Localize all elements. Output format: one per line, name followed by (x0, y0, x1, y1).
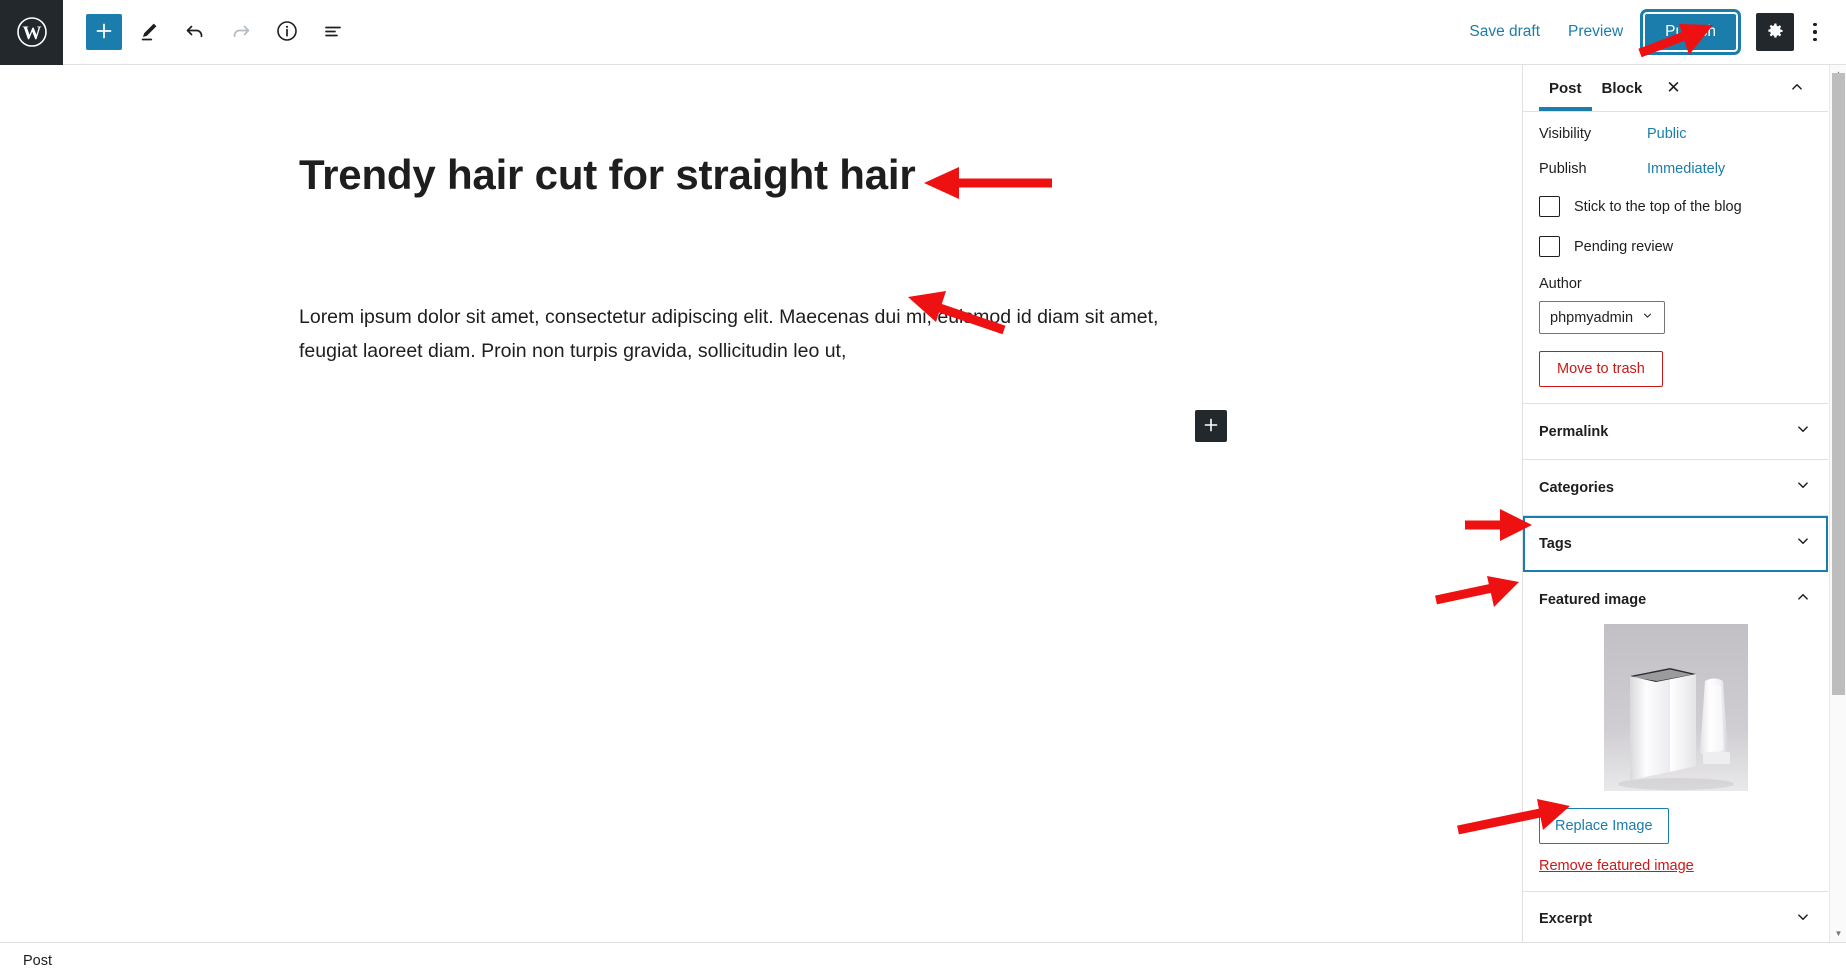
move-to-trash-button[interactable]: Move to trash (1539, 351, 1663, 387)
author-label: Author (1539, 276, 1582, 292)
panel-excerpt-label: Excerpt (1539, 911, 1593, 927)
sidebar-tabs: Post Block ✕ (1523, 65, 1828, 112)
visibility-label: Visibility (1539, 126, 1592, 142)
block-inserter-button[interactable] (1195, 410, 1227, 442)
collapse-sidebar-button[interactable] (1782, 72, 1812, 105)
sticky-row: Stick to the top of the blog (1539, 196, 1812, 217)
close-sidebar-button[interactable]: ✕ (1658, 72, 1688, 104)
tab-block[interactable]: Block (1592, 66, 1653, 110)
chevron-up-icon (1794, 588, 1812, 611)
pending-review-label: Pending review (1574, 238, 1674, 255)
status-bar: Post (0, 942, 1846, 978)
info-circle-icon (275, 19, 299, 46)
toolbar-left-group (63, 13, 352, 51)
settings-sidebar: Post Block ✕ Visibility Public Publish I… (1522, 65, 1846, 942)
panel-featured-image-label: Featured image (1539, 591, 1647, 608)
redo-button[interactable] (222, 13, 260, 51)
editor-canvas[interactable]: Trendy hair cut for straight hair Lorem … (0, 65, 1522, 942)
panel-tags-label: Tags (1539, 535, 1572, 552)
visibility-row: Visibility Public (1539, 126, 1812, 142)
chevron-down-icon (1794, 476, 1812, 499)
sticky-label: Stick to the top of the blog (1574, 198, 1742, 215)
tab-post[interactable]: Post (1539, 66, 1592, 111)
panel-permalink[interactable]: Permalink (1523, 404, 1828, 460)
add-block-button[interactable] (86, 14, 122, 50)
panel-permalink-label: Permalink (1539, 423, 1609, 440)
more-options-button[interactable] (1798, 13, 1832, 51)
panel-categories[interactable]: Categories (1523, 460, 1828, 516)
list-view-icon (321, 19, 345, 46)
sidebar-content: Post Block ✕ Visibility Public Publish I… (1523, 65, 1828, 942)
chevron-down-icon (1794, 908, 1812, 930)
plus-icon (1203, 415, 1219, 437)
toolbar-right-group: Save draft Preview Publish (1455, 9, 1846, 55)
publish-label: Publish (1539, 161, 1587, 177)
editor-toolbar: W Save draft Preview Publish (0, 0, 1846, 65)
author-value: phpmyadmin (1550, 309, 1634, 326)
chevron-up-icon (1788, 78, 1806, 99)
save-draft-button[interactable]: Save draft (1455, 15, 1554, 49)
panel-featured-image[interactable]: Featured image (1523, 572, 1828, 615)
svg-text:W: W (22, 23, 41, 44)
scrollbar-thumb[interactable] (1832, 73, 1845, 695)
redo-arrow-icon (229, 19, 253, 46)
settings-button[interactable] (1756, 13, 1794, 51)
details-button[interactable] (268, 13, 306, 51)
product-packaging-photo-icon (1603, 624, 1748, 791)
plus-icon (94, 21, 114, 44)
wordpress-block-editor: W Save draft Preview Publish Trendy hair… (0, 0, 1846, 978)
publish-date-button[interactable]: Immediately (1647, 161, 1725, 177)
publish-button[interactable]: Publish (1640, 9, 1741, 55)
sticky-checkbox[interactable] (1539, 196, 1560, 217)
sidebar-scrollbar[interactable]: ▲ ▼ (1829, 65, 1846, 942)
chevron-down-icon (1794, 532, 1812, 555)
edit-mode-button[interactable] (130, 13, 168, 51)
visibility-value-button[interactable]: Public (1647, 126, 1687, 142)
undo-button[interactable] (176, 13, 214, 51)
publish-date-row: Publish Immediately (1539, 161, 1812, 177)
panel-excerpt[interactable]: Excerpt (1523, 892, 1828, 942)
preview-button[interactable]: Preview (1554, 15, 1637, 49)
panel-tags[interactable]: Tags (1523, 516, 1828, 572)
chevron-down-icon (1794, 420, 1812, 443)
pending-review-row: Pending review (1539, 236, 1812, 257)
scroll-down-arrow-icon[interactable]: ▼ (1830, 925, 1846, 942)
featured-image-body: Replace Image Remove featured image (1523, 615, 1828, 891)
breadcrumb[interactable]: Post (23, 953, 52, 969)
featured-image-thumbnail[interactable] (1603, 624, 1748, 791)
remove-featured-image-link[interactable]: Remove featured image (1539, 858, 1694, 874)
wordpress-logo-icon[interactable]: W (0, 0, 63, 65)
post-title[interactable]: Trendy hair cut for straight hair (299, 150, 1199, 200)
pending-review-checkbox[interactable] (1539, 236, 1560, 257)
pencil-icon (138, 20, 160, 45)
post-paragraph[interactable]: Lorem ipsum dolor sit amet, consectetur … (299, 300, 1219, 368)
replace-image-button[interactable]: Replace Image (1539, 808, 1669, 844)
chevron-down-icon (1641, 309, 1654, 326)
post-status-panel: Visibility Public Publish Immediately St… (1523, 112, 1828, 404)
author-select[interactable]: phpmyadmin (1539, 301, 1666, 334)
panel-categories-label: Categories (1539, 479, 1614, 496)
kebab-menu-icon (1813, 22, 1817, 42)
undo-arrow-icon (183, 19, 207, 46)
gear-icon (1765, 21, 1785, 44)
list-view-button[interactable] (314, 13, 352, 51)
